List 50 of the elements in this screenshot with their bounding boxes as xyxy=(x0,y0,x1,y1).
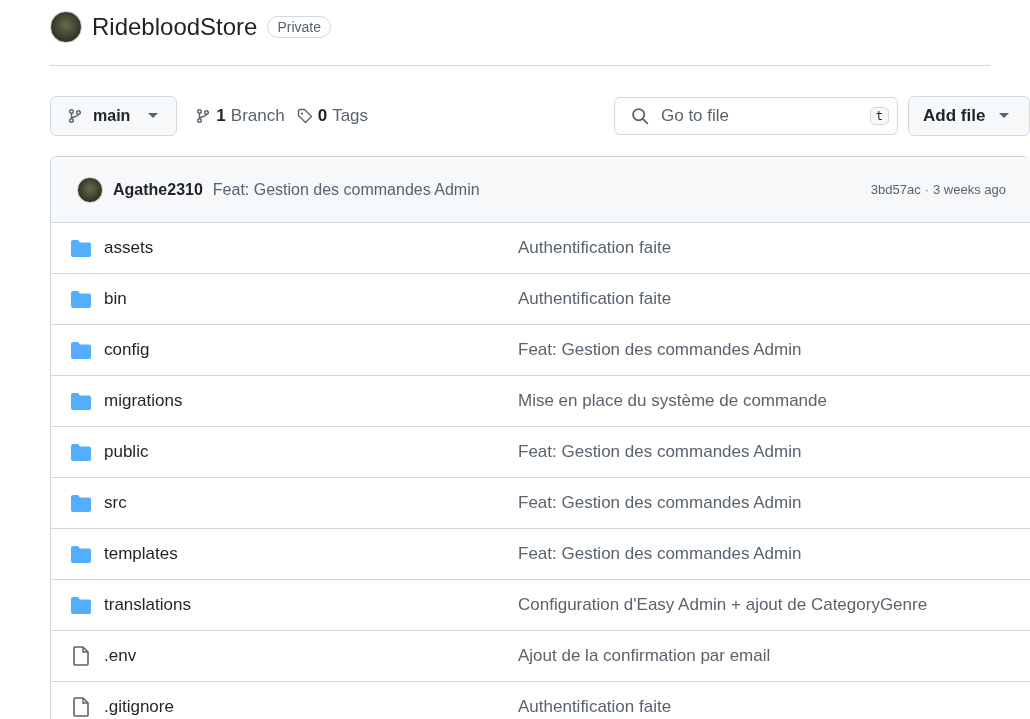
shortcut-key: t xyxy=(869,107,889,125)
search-box[interactable]: Go to file t xyxy=(614,97,898,135)
commit-message-link[interactable]: Authentification faite xyxy=(518,697,672,717)
commit-message-link[interactable]: Feat: Gestion des commandes Admin xyxy=(212,180,480,199)
repo-name[interactable]: RidebloodStore xyxy=(92,13,258,41)
search-icon xyxy=(631,107,649,125)
commit-message-link[interactable]: Feat: Gestion des commandes Admin xyxy=(518,493,802,513)
file-name-link[interactable]: migrations xyxy=(104,391,183,411)
folder-icon xyxy=(71,494,91,512)
file-name-link[interactable]: public xyxy=(104,442,149,462)
commit-message-link[interactable]: Authentification faite xyxy=(518,289,672,309)
folder-icon xyxy=(71,392,91,410)
folder-icon xyxy=(71,443,91,461)
commit-message-link[interactable]: Authentification faite xyxy=(518,238,672,258)
file-name-link[interactable]: templates xyxy=(104,544,178,564)
commit-message-link[interactable]: Feat: Gestion des commandes Admin xyxy=(518,544,802,564)
file-name-link[interactable]: assets xyxy=(104,238,154,258)
commit-message-link[interactable]: Configuration d'Easy Admin + ajout de CategoryGenre xyxy=(518,595,928,615)
file-icon xyxy=(71,697,91,717)
caret-icon xyxy=(148,113,159,119)
folder-icon xyxy=(71,341,91,359)
add-file-button[interactable]: Add file xyxy=(908,96,1030,136)
author-link[interactable]: Agathe2310 xyxy=(113,180,203,199)
avatar xyxy=(50,11,82,43)
separator: · xyxy=(924,182,929,197)
file-name-link[interactable]: config xyxy=(104,340,150,360)
commit-message-link[interactable]: Ajout de la confirmation par email xyxy=(518,646,771,666)
commit-time: 3 weeks ago xyxy=(933,182,1006,197)
file-name-link[interactable]: src xyxy=(104,493,127,513)
file-name-link[interactable]: bin xyxy=(104,289,127,309)
tags-link[interactable]: 0 Tags xyxy=(296,106,369,126)
branch-icon xyxy=(195,108,212,124)
caret-icon xyxy=(999,113,1010,119)
folder-icon xyxy=(71,596,91,614)
commit-message-link[interactable]: Feat: Gestion des commandes Admin xyxy=(518,442,802,462)
file-name-link[interactable]: .gitignore xyxy=(104,697,174,717)
folder-icon xyxy=(71,239,91,257)
branch-icon xyxy=(67,108,83,124)
folder-icon xyxy=(71,290,91,308)
author-avatar xyxy=(77,176,103,203)
file-name-link[interactable]: .env xyxy=(104,646,137,666)
file-name-link[interactable]: translations xyxy=(104,595,191,615)
branches-link[interactable]: 1 Branch xyxy=(195,106,285,126)
branch-select[interactable]: main xyxy=(50,96,178,136)
commit-hash-link[interactable]: 3bd57ac xyxy=(870,182,921,197)
folder-icon xyxy=(71,545,91,563)
commit-message-link[interactable]: Mise en place du système de commande xyxy=(518,391,827,411)
file-icon xyxy=(71,646,91,666)
commit-message-link[interactable]: Feat: Gestion des commandes Admin xyxy=(518,340,802,360)
tag-icon xyxy=(296,108,313,124)
